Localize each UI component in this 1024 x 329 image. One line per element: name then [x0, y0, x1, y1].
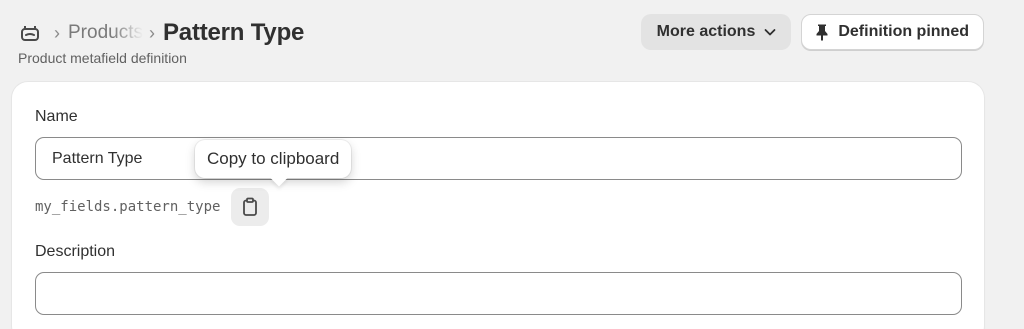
page-subtitle: Product metafield definition [18, 50, 187, 66]
copy-tooltip: Copy to clipboard [195, 140, 352, 187]
description-input[interactable] [35, 272, 962, 315]
description-label: Description [35, 243, 116, 260]
name-input[interactable] [35, 137, 962, 180]
breadcrumb-separator-icon: › [54, 23, 60, 43]
metafields-icon[interactable] [18, 21, 42, 45]
definition-card: Name my_fields.pattern_type Description [12, 82, 984, 329]
definition-pinned-button[interactable]: Definition pinned [801, 14, 984, 50]
copy-to-clipboard-button[interactable] [231, 188, 270, 226]
pin-icon [814, 23, 830, 41]
breadcrumb: › Products › Pattern Type [18, 18, 304, 48]
name-label: Name [35, 108, 78, 125]
namespace-key-text: my_fields.pattern_type [35, 199, 221, 215]
more-actions-button[interactable]: More actions [640, 14, 792, 50]
page: › Products › Pattern Type Product metafi… [0, 0, 1024, 329]
tooltip-text: Copy to clipboard [207, 149, 340, 168]
page-header: › Products › Pattern Type Product metafi… [18, 14, 984, 70]
breadcrumb-products-link[interactable]: Products [68, 22, 143, 44]
more-actions-label: More actions [656, 23, 756, 40]
header-actions: More actions Definition pinned [640, 14, 984, 50]
clipboard-icon [241, 197, 259, 217]
namespace-key-row: my_fields.pattern_type [35, 188, 270, 226]
breadcrumb-separator-icon: › [148, 23, 155, 43]
page-title: Pattern Type [162, 19, 305, 46]
definition-pinned-label: Definition pinned [838, 23, 969, 40]
chevron-down-icon [763, 25, 777, 39]
